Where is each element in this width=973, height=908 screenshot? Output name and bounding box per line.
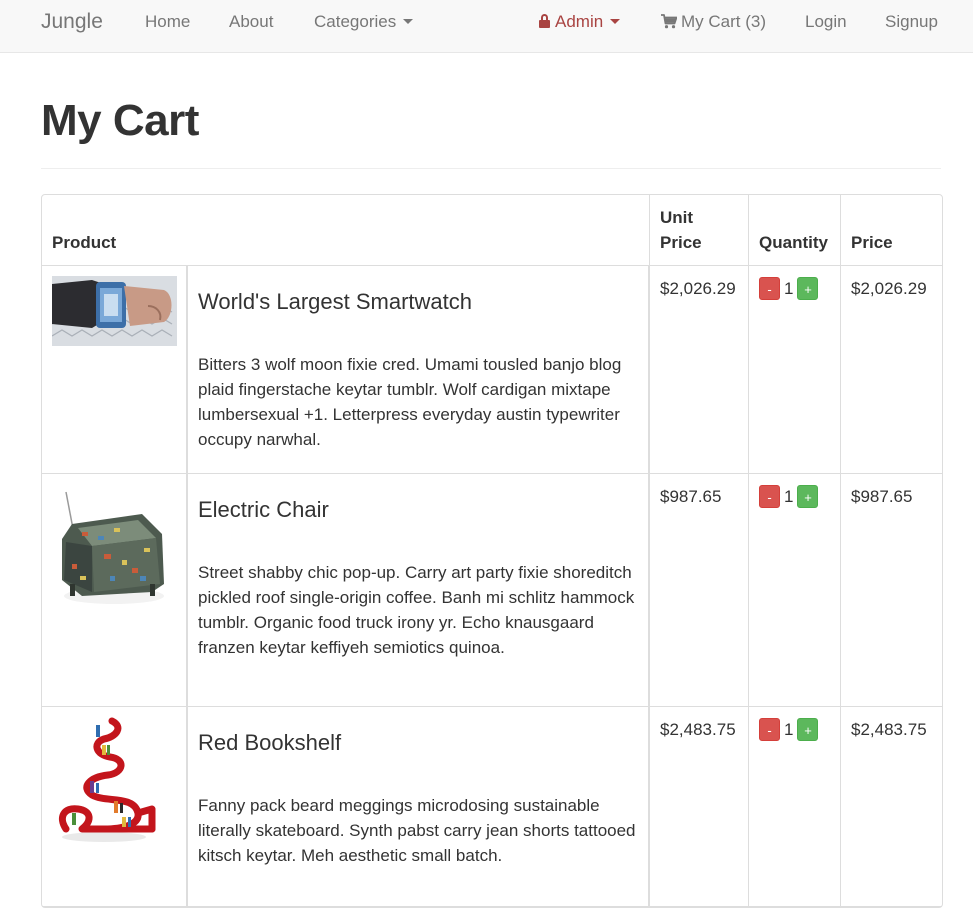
nav-about-link[interactable]: About (229, 0, 273, 44)
caret-down-icon (610, 19, 621, 25)
brand-link[interactable]: Jungle (41, 0, 103, 44)
product-image-red-bookshelf[interactable] (52, 717, 177, 842)
quantity-value: 1 (784, 487, 794, 506)
caret-down-icon (403, 19, 414, 25)
header-unit-price: Unit Price (650, 195, 750, 266)
price-cell: $2,483.75 (841, 707, 943, 907)
quantity-cell: -1 + (749, 266, 842, 474)
nav-admin-label: Admin (555, 12, 604, 31)
nav-categories-dropdown[interactable]: Categories (314, 0, 414, 44)
unit-price-cell: $987.65 (650, 474, 750, 707)
header-price: Price (841, 195, 943, 266)
nav-signup-link[interactable]: Signup (885, 0, 938, 44)
shopping-cart-icon (661, 14, 677, 29)
table-row: Electric Chair Street shabby chic pop-up… (42, 474, 943, 707)
product-info-cell: Electric Chair Street shabby chic pop-up… (188, 474, 651, 707)
quantity-cell: -1 + (749, 474, 842, 707)
unit-price-cell: $2,483.75 (650, 707, 750, 907)
header-quantity: Quantity (749, 195, 842, 266)
product-image-cell (42, 707, 188, 907)
product-image-smartwatch[interactable] (52, 276, 177, 346)
nav-categories-label: Categories (314, 12, 397, 31)
increase-quantity-button[interactable]: + (797, 718, 819, 742)
nav-home-link[interactable]: Home (145, 0, 190, 44)
cart-table: Product Unit Price Quantity Price World'… (41, 194, 944, 908)
product-info-cell: Red Bookshelf Fanny pack beard meggings … (188, 707, 651, 907)
nav-admin-dropdown[interactable]: Admin (539, 0, 621, 44)
quantity-value: 1 (784, 720, 794, 739)
table-row: World's Largest Smartwatch Bitters 3 wol… (42, 266, 943, 474)
increase-quantity-button[interactable]: + (797, 277, 819, 301)
page-title: My Cart (41, 96, 199, 145)
increase-quantity-button[interactable]: + (797, 485, 819, 509)
quantity-cell: -1 + (749, 707, 842, 907)
lock-icon (539, 14, 550, 28)
product-description: Bitters 3 wolf moon fixie cred. Umami to… (198, 355, 622, 449)
header-product: Product (42, 195, 651, 266)
product-description: Fanny pack beard meggings microdosing su… (198, 796, 636, 865)
decrease-quantity-button[interactable]: - (759, 718, 781, 742)
title-divider (41, 168, 941, 169)
navbar: Jungle Home About Categories Admin My Ca… (0, 0, 973, 53)
product-name[interactable]: Electric Chair (198, 497, 638, 523)
product-image-cell (42, 474, 188, 707)
price-cell: $987.65 (841, 474, 943, 707)
nav-cart-label: My Cart (3) (681, 12, 766, 31)
product-name[interactable]: World's Largest Smartwatch (198, 289, 638, 315)
decrease-quantity-button[interactable]: - (759, 485, 781, 509)
product-description: Street shabby chic pop-up. Carry art par… (198, 563, 635, 657)
product-image-cell (42, 266, 188, 474)
price-cell: $2,026.29 (841, 266, 943, 474)
nav-cart-link[interactable]: My Cart (3) (661, 0, 766, 44)
table-row: Red Bookshelf Fanny pack beard meggings … (42, 707, 943, 907)
quantity-value: 1 (784, 279, 794, 298)
nav-login-link[interactable]: Login (805, 0, 847, 44)
product-image-electric-chair[interactable] (52, 484, 177, 609)
product-name[interactable]: Red Bookshelf (198, 730, 638, 756)
unit-price-cell: $2,026.29 (650, 266, 750, 474)
product-info-cell: World's Largest Smartwatch Bitters 3 wol… (188, 266, 651, 474)
table-header-row: Product Unit Price Quantity Price (42, 195, 943, 266)
decrease-quantity-button[interactable]: - (759, 277, 781, 301)
